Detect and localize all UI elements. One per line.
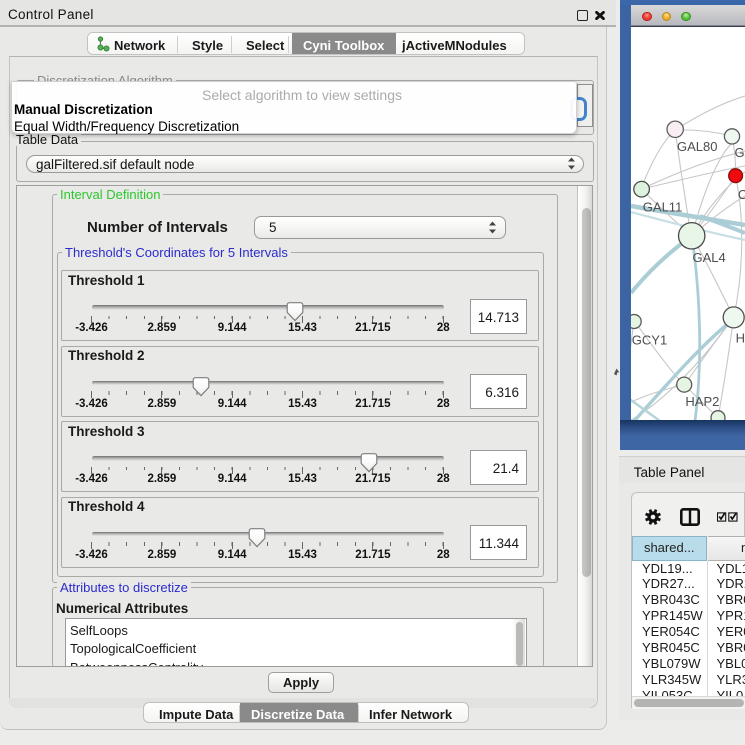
svg-text:H: H bbox=[736, 331, 745, 346]
svg-text:HAP2: HAP2 bbox=[685, 394, 719, 409]
svg-text:C: C bbox=[738, 187, 745, 202]
svg-text:GAL80: GAL80 bbox=[677, 139, 717, 154]
svg-text:GCY1: GCY1 bbox=[632, 333, 667, 348]
svg-text:GAL4: GAL4 bbox=[693, 250, 726, 265]
svg-text:GAL11: GAL11 bbox=[643, 200, 683, 215]
svg-text:GA: GA bbox=[735, 145, 745, 160]
